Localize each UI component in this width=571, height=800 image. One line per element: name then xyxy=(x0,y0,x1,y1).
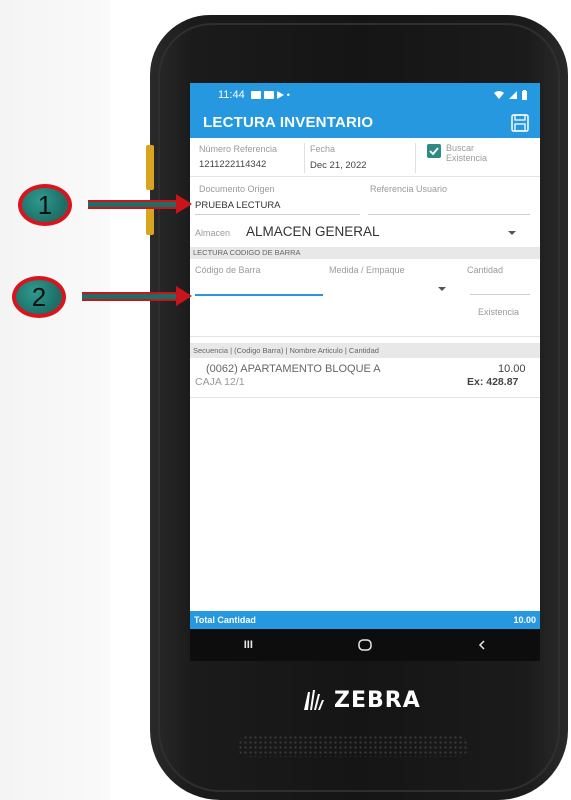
almacen-select[interactable]: ALMACEN GENERAL xyxy=(246,224,380,239)
barcode-section-header: LECTURA CODIGO DE BARRA xyxy=(190,247,540,259)
almacen-label: Almacen xyxy=(195,228,231,238)
total-value: 10.00 xyxy=(513,615,536,625)
buscar-label: Buscar xyxy=(446,143,475,153)
status-time: 11:44 xyxy=(218,89,245,101)
item-existencia: Ex: 428.87 xyxy=(467,376,519,388)
battery-icon xyxy=(522,90,527,100)
field-divider xyxy=(415,143,416,173)
medida-dropdown-icon[interactable] xyxy=(438,287,446,291)
home-button[interactable] xyxy=(345,629,385,661)
buscar-existencia-checkbox[interactable] xyxy=(427,144,441,158)
documento-row: Documento Origen PRUEBA LECTURA Referenc… xyxy=(190,177,540,217)
zebra-brand-text: ZEBRA xyxy=(334,687,421,713)
dot-notification-icon: • xyxy=(286,90,290,100)
medida-empaque-label: Medida / Empaque xyxy=(329,265,405,275)
referencia-usuario-underline xyxy=(368,214,530,215)
app-bar: LECTURA INVENTARIO xyxy=(190,107,540,138)
save-icon[interactable] xyxy=(510,113,530,133)
reference-row: Número Referencia 1211222114342 Fecha De… xyxy=(190,138,540,177)
callout-1-arrow-shaft xyxy=(88,200,176,209)
android-nav-bar: III xyxy=(190,629,540,661)
signal-icon xyxy=(509,91,517,99)
zebra-logo: ZEBRA xyxy=(300,680,421,720)
recent-apps-button[interactable]: III xyxy=(228,629,268,661)
list-header: Secuencia | (Codigo Barra) | Nombre Arti… xyxy=(190,343,540,358)
total-bar: Total Cantidad 10.00 xyxy=(190,611,540,629)
callout-2-arrow-icon xyxy=(176,286,192,306)
referencia-usuario-label: Referencia Usuario xyxy=(370,184,448,194)
total-label: Total Cantidad xyxy=(194,615,256,625)
status-system-icons xyxy=(493,90,528,100)
item-name: (0062) APARTAMENTO BLOQUE A xyxy=(206,363,381,375)
cantidad-input[interactable] xyxy=(470,294,530,295)
existencia-label: Existencia xyxy=(446,153,488,163)
documento-origen-underline xyxy=(195,214,360,215)
almacen-dropdown-icon[interactable] xyxy=(508,231,516,235)
item-unit: CAJA 12/1 xyxy=(195,376,245,388)
fecha-label: Fecha xyxy=(310,144,336,154)
back-icon xyxy=(478,640,485,650)
play-notification-icon xyxy=(276,91,284,99)
callout-1-arrow-icon xyxy=(176,194,192,214)
back-button[interactable] xyxy=(462,629,502,661)
home-icon xyxy=(358,639,372,651)
callout-1-marker: 1 xyxy=(18,184,72,226)
video-notification-icon xyxy=(263,91,274,99)
gallery-notification-icon xyxy=(250,91,261,99)
device-speaker-grille xyxy=(238,735,468,757)
numero-referencia-label: Número Referencia xyxy=(199,144,278,154)
callout-2-marker: 2 xyxy=(12,276,66,318)
almacen-row[interactable]: Almacen ALMACEN GENERAL xyxy=(190,217,540,247)
check-icon xyxy=(429,147,439,156)
codigo-barra-input[interactable] xyxy=(195,294,323,296)
documento-origen-input[interactable]: PRUEBA LECTURA xyxy=(195,200,281,211)
left-background-panel xyxy=(0,0,110,800)
field-divider xyxy=(304,143,305,173)
codigo-barra-label: Código de Barra xyxy=(195,265,261,275)
device-side-button-lower[interactable] xyxy=(146,205,154,235)
zebra-head-icon xyxy=(304,690,324,710)
page-title: LECTURA INVENTARIO xyxy=(203,114,374,131)
documento-origen-label: Documento Origen xyxy=(199,184,275,194)
recent-apps-icon: III xyxy=(243,639,253,651)
status-bar: 11:44 • xyxy=(190,83,540,107)
callout-2-arrow-shaft xyxy=(82,292,176,301)
wifi-icon xyxy=(494,91,504,99)
cantidad-label: Cantidad xyxy=(467,265,504,275)
numero-referencia-value: 1211222114342 xyxy=(199,159,267,170)
barcode-entry-row: Código de Barra Medida / Empaque Cantida… xyxy=(190,259,540,337)
existencia-value-label: Existencia xyxy=(478,307,520,317)
device-side-button-upper[interactable] xyxy=(146,145,154,190)
app-screen: 11:44 • LECTURA INVENTARIO Número Refere… xyxy=(190,83,540,661)
item-quantity: 10.00 xyxy=(498,363,526,375)
status-notification-icons: • xyxy=(250,90,290,100)
list-item[interactable]: (0062) APARTAMENTO BLOQUE A 10.00 CAJA 1… xyxy=(190,358,540,398)
fecha-value[interactable]: Dec 21, 2022 xyxy=(310,160,367,171)
